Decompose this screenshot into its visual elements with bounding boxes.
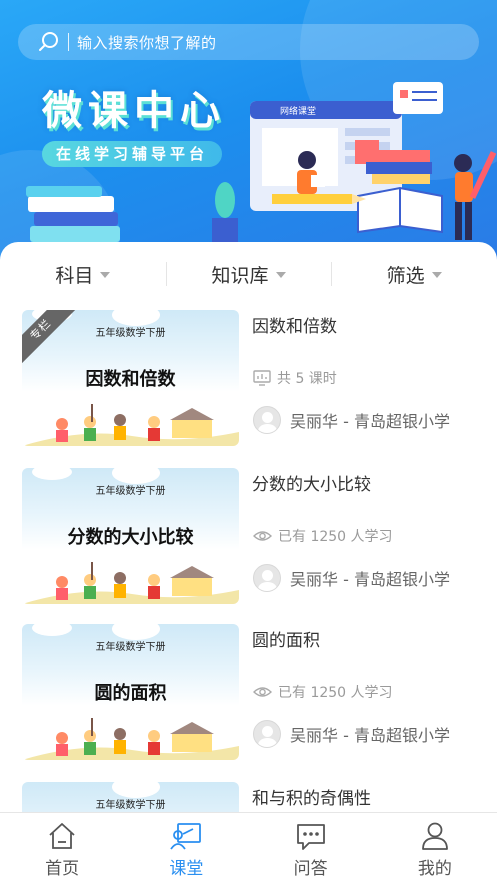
- course-meta: 已有 1250 人学习: [253, 526, 393, 546]
- course-list: 五年级数学下册 因数和倍数 专栏 因数和倍数 共 5 课时 吴丽华 - 青岛超银…: [0, 308, 497, 812]
- course-card[interactable]: 五年级数学下册 和与积的奇偶性: [0, 780, 497, 812]
- tab-label: 首页: [45, 859, 80, 879]
- course-thumbnail: 五年级数学下册 分数的大小比较: [22, 468, 239, 604]
- course-meta-text: 已有 1250 人学习: [278, 529, 393, 545]
- filter-label: 知识库: [211, 264, 269, 287]
- filter-bar: 科目 知识库 筛选: [0, 242, 497, 306]
- home-icon: [49, 823, 75, 849]
- tab-label: 课堂: [169, 859, 204, 879]
- filter-knowledge[interactable]: 知识库: [165, 242, 332, 306]
- course-title[interactable]: 分数的大小比较: [252, 470, 371, 495]
- course-card[interactable]: 五年级数学下册 分数的大小比较 分数的大小比较 已有 1250 人学习 吴丽华 …: [0, 466, 497, 611]
- thumb-title: 分数的大小比较: [67, 527, 194, 548]
- course-thumbnail: 五年级数学下册 因数和倍数 专栏: [22, 310, 239, 446]
- eye-icon: [253, 687, 272, 697]
- kids-illustration: [22, 404, 239, 446]
- course-author: 吴丽华 - 青岛超银小学: [253, 564, 450, 592]
- author-name: 吴丽华 - 青岛超银小学: [290, 570, 450, 589]
- thumb-title: 圆的面积: [94, 683, 167, 704]
- thumb-grade: 五年级数学下册: [95, 486, 166, 497]
- filter-label: 筛选: [386, 264, 425, 287]
- avatar: [253, 564, 281, 592]
- course-title[interactable]: 因数和倍数: [252, 312, 337, 337]
- caret-down-icon: [275, 272, 286, 278]
- course-thumbnail: 五年级数学下册 圆的面积: [22, 624, 239, 760]
- course-author: 吴丽华 - 青岛超银小学: [253, 720, 450, 748]
- course-title[interactable]: 圆的面积: [252, 626, 320, 651]
- caret-down-icon: [100, 272, 111, 278]
- screen-label: 网络课堂: [280, 105, 316, 117]
- course-thumbnail: 五年级数学下册: [22, 782, 239, 812]
- tab-home[interactable]: 首页: [0, 813, 124, 883]
- hero-banner: 输入搜索你想了解的 微课中心 在线学习辅导平台 网络课堂: [0, 0, 497, 262]
- avatar: [253, 720, 281, 748]
- bottom-tab-bar: 首页 课堂 问答 我的: [0, 812, 497, 883]
- author-name: 吴丽华 - 青岛超银小学: [290, 412, 450, 431]
- thumb-grade: 五年级数学下册: [95, 800, 166, 811]
- thumb-title: 因数和倍数: [85, 369, 176, 390]
- kids-illustration: [22, 718, 239, 760]
- caret-down-icon: [431, 272, 442, 278]
- course-author: 吴丽华 - 青岛超银小学: [253, 406, 450, 434]
- tab-label: 我的: [417, 859, 452, 879]
- eye-icon: [253, 531, 272, 541]
- tab-classroom[interactable]: 课堂: [124, 813, 248, 883]
- user-icon: [421, 822, 448, 850]
- author-name: 吴丽华 - 青岛超银小学: [290, 726, 450, 745]
- course-title[interactable]: 和与积的奇偶性: [252, 784, 371, 809]
- chat-icon: [296, 824, 325, 850]
- kids-illustration: [22, 562, 239, 604]
- course-meta-text: 共 5 课时: [277, 371, 337, 387]
- filter-subject[interactable]: 科目: [0, 242, 166, 306]
- lesson-icon: [253, 370, 271, 386]
- tab-me[interactable]: 我的: [373, 813, 497, 883]
- filter-label: 科目: [55, 264, 94, 287]
- banner-illustration: 网络课堂: [26, 82, 497, 244]
- avatar: [253, 406, 281, 434]
- course-card[interactable]: 五年级数学下册 因数和倍数 专栏 因数和倍数 共 5 课时 吴丽华 - 青岛超银…: [0, 308, 497, 453]
- course-meta: 共 5 课时: [253, 368, 337, 388]
- tab-label: 问答: [293, 859, 328, 879]
- thumb-grade: 五年级数学下册: [95, 642, 166, 653]
- course-card[interactable]: 五年级数学下册 圆的面积 圆的面积 已有 1250 人学习 吴丽华 - 青岛超银…: [0, 622, 497, 767]
- filter-screen[interactable]: 筛选: [331, 242, 497, 306]
- content-panel: 科目 知识库 筛选 五年级数学下册 因数和倍数 专栏 因数和倍数 共 5 课时 …: [0, 242, 497, 812]
- course-meta: 已有 1250 人学习: [253, 682, 393, 702]
- classroom-icon: [170, 823, 202, 850]
- tab-qa[interactable]: 问答: [249, 813, 373, 883]
- course-meta-text: 已有 1250 人学习: [278, 685, 393, 701]
